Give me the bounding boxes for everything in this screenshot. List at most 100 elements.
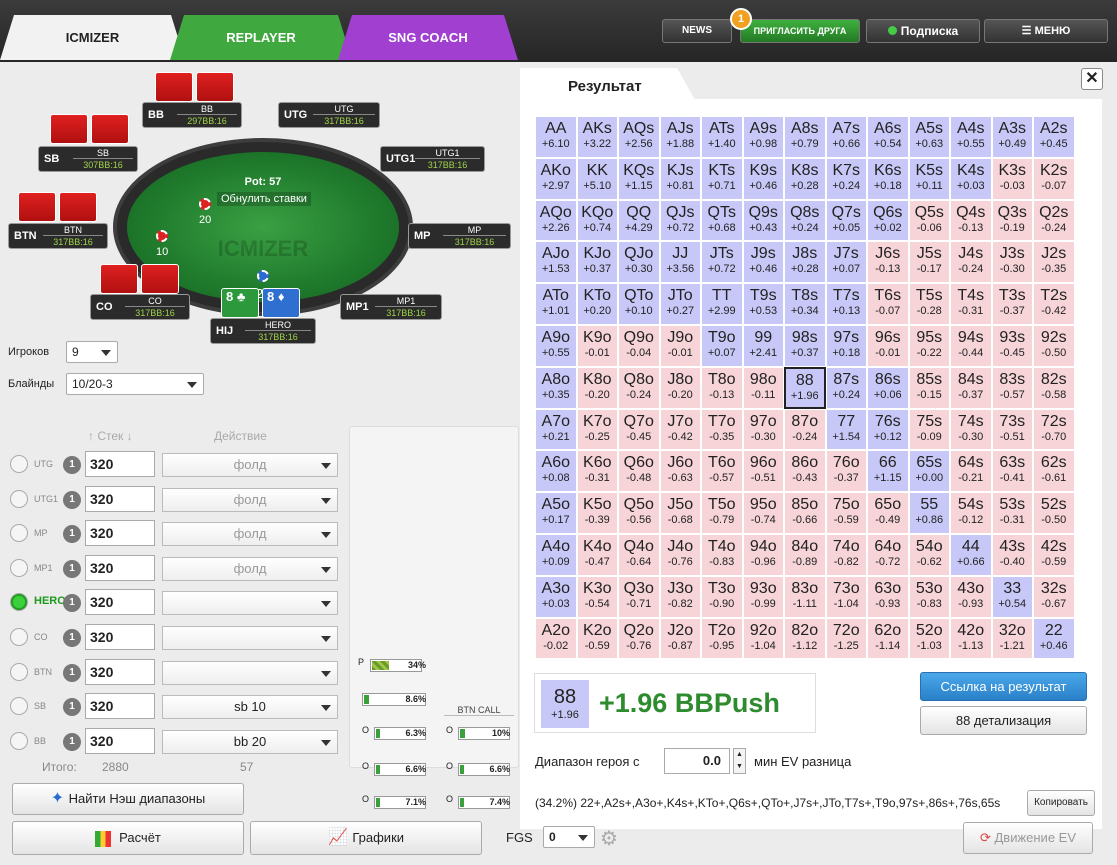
ev-movement-button[interactable]: ⟳ Движение EV	[963, 822, 1093, 854]
tab-sng-coach[interactable]: SNG COACH	[338, 15, 518, 60]
matrix-cell[interactable]: 95s -0.22	[908, 324, 950, 367]
matrix-cell[interactable]: T6s -0.07	[867, 283, 909, 325]
matrix-cell[interactable]: A3o +0.03	[535, 575, 577, 618]
players-select[interactable]: 9	[66, 341, 118, 363]
matrix-cell[interactable]: AKs +3.22	[576, 116, 618, 158]
matrix-cell[interactable]: KJo +0.37	[576, 241, 618, 284]
matrix-cell[interactable]: JTs +0.72	[701, 241, 743, 284]
matrix-cell[interactable]: 92s -0.50	[1033, 324, 1075, 367]
matrix-cell[interactable]: Q3s -0.19	[991, 199, 1033, 242]
matrix-cell[interactable]: 72o -1.25	[825, 617, 867, 660]
matrix-cell[interactable]: J3s -0.30	[991, 241, 1033, 284]
matrix-cell[interactable]: K3o -0.54	[576, 575, 618, 618]
matrix-cell[interactable]: A7o +0.21	[535, 408, 577, 451]
matrix-cell[interactable]: 54s -0.12	[950, 492, 992, 534]
matrix-cell[interactable]: 83s -0.57	[991, 366, 1033, 409]
matrix-cell[interactable]: T8o -0.13	[701, 366, 743, 409]
matrix-cell[interactable]: A7s +0.66	[825, 116, 867, 158]
matrix-cell[interactable]: JJ +3.56	[659, 241, 701, 284]
matrix-cell[interactable]: 76s +0.12	[867, 408, 909, 451]
player-radio[interactable]	[10, 455, 28, 473]
matrix-cell[interactable]: 65s +0.00	[908, 450, 950, 493]
matrix-cell[interactable]: ATs +1.40	[701, 116, 743, 158]
matrix-cell[interactable]: A9o +0.55	[535, 324, 577, 367]
matrix-cell[interactable]: 63s -0.41	[991, 450, 1033, 493]
matrix-cell[interactable]: K2o -0.59	[576, 617, 618, 660]
matrix-cell[interactable]: QJs +0.72	[659, 199, 701, 242]
matrix-cell[interactable]: K8s +0.28	[784, 157, 826, 200]
matrix-cell[interactable]: J4o -0.76	[659, 533, 701, 576]
matrix-cell[interactable]: Q2s -0.24	[1033, 199, 1075, 242]
matrix-cell[interactable]: AA +6.10	[535, 116, 577, 158]
graphs-button[interactable]: 📈 Графики	[250, 821, 482, 855]
matrix-cell[interactable]: 43s -0.40	[991, 533, 1033, 576]
seat-co[interactable]: CO CO 317BB:16	[90, 294, 190, 320]
seat-bb[interactable]: BB BB 297BB:16	[142, 102, 242, 128]
matrix-cell[interactable]: 64o -0.72	[867, 533, 909, 576]
matrix-cell[interactable]: 98s +0.37	[784, 324, 826, 367]
matrix-cell[interactable]: K6s +0.18	[867, 157, 909, 200]
matrix-cell[interactable]: 77 +1.54	[825, 408, 867, 451]
calculate-button[interactable]: Расчёт	[12, 821, 244, 855]
matrix-cell[interactable]: 75o -0.59	[825, 492, 867, 534]
matrix-cell[interactable]: Q6o -0.48	[618, 450, 660, 493]
blinds-select[interactable]: 10/20-3	[66, 373, 204, 395]
matrix-cell[interactable]: 22 +0.46	[1033, 617, 1075, 660]
matrix-cell[interactable]: T4o -0.83	[701, 533, 743, 576]
matrix-cell[interactable]: A6o +0.08	[535, 450, 577, 493]
matrix-cell[interactable]: 62o -1.14	[867, 617, 909, 660]
matrix-cell[interactable]: 99 +2.41	[742, 324, 784, 367]
matrix-cell[interactable]: 75s -0.09	[908, 408, 950, 451]
matrix-cell[interactable]: AQs +2.56	[618, 116, 660, 158]
player-stack-input[interactable]: 320	[85, 658, 155, 685]
player-stack-input[interactable]: 320	[85, 520, 155, 547]
matrix-cell[interactable]: Q7s +0.05	[825, 199, 867, 242]
matrix-cell[interactable]: T5s -0.28	[908, 283, 950, 325]
matrix-cell[interactable]: 65o -0.49	[867, 492, 909, 534]
matrix-cell[interactable]: A5s +0.63	[908, 116, 950, 158]
matrix-cell[interactable]: QTs +0.68	[701, 199, 743, 242]
matrix-cell[interactable]: K6o -0.31	[576, 450, 618, 493]
matrix-cell[interactable]: T6o -0.57	[701, 450, 743, 493]
matrix-cell[interactable]: A5o +0.17	[535, 492, 577, 534]
matrix-cell[interactable]: 32s -0.67	[1033, 575, 1075, 618]
matrix-cell[interactable]: Q8s +0.24	[784, 199, 826, 242]
matrix-cell[interactable]: 87s +0.24	[825, 366, 867, 409]
seat-utg[interactable]: UTG UTG 317BB:16	[278, 102, 380, 128]
matrix-cell[interactable]: J7o -0.42	[659, 408, 701, 451]
player-radio[interactable]	[10, 697, 28, 716]
matrix-cell[interactable]: Q9s +0.43	[742, 199, 784, 242]
player-stack-input[interactable]: 320	[85, 589, 155, 616]
matrix-cell[interactable]: 94s -0.44	[950, 324, 992, 367]
matrix-cell[interactable]: 52o -1.03	[908, 617, 950, 660]
player-radio[interactable]	[10, 489, 28, 508]
matrix-cell[interactable]: T4s -0.31	[950, 283, 992, 325]
result-link-button[interactable]: Ссылка на результат	[920, 672, 1087, 701]
matrix-cell[interactable]: T7s +0.13	[825, 283, 867, 325]
matrix-cell[interactable]: A9s +0.98	[742, 116, 784, 158]
matrix-cell[interactable]: T5o -0.79	[701, 492, 743, 534]
matrix-cell[interactable]: K8o -0.20	[576, 366, 618, 409]
seat-btn[interactable]: BTN BTN 317BB:16	[8, 223, 108, 249]
matrix-cell[interactable]: K9o -0.01	[576, 324, 618, 367]
stack-header[interactable]: ↑ Стек ↓	[88, 429, 133, 443]
tab-icmizer[interactable]: ICMIZER	[0, 15, 185, 60]
matrix-cell[interactable]: K7s +0.24	[825, 157, 867, 200]
invite-friend-button[interactable]: ПРИГЛАСИТЬ ДРУГА	[740, 19, 860, 43]
player-stack-input[interactable]: 320	[85, 624, 155, 650]
reset-bets-button[interactable]: Обнулить ставки	[217, 192, 311, 206]
matrix-cell[interactable]: J6s -0.13	[867, 241, 909, 284]
matrix-cell[interactable]: 33 +0.54	[991, 575, 1033, 618]
matrix-cell[interactable]: 82s -0.58	[1033, 366, 1075, 409]
min-ev-stepper[interactable]: ▲ ▼	[733, 748, 746, 774]
matrix-cell[interactable]: J8o -0.20	[659, 366, 701, 409]
matrix-cell[interactable]: 52s -0.50	[1033, 492, 1075, 534]
step-down-icon[interactable]: ▼	[734, 761, 745, 773]
menu-button[interactable]: ☰ МЕНЮ	[984, 19, 1108, 43]
matrix-cell[interactable]: Q7o -0.45	[618, 408, 660, 451]
matrix-cell[interactable]: T2s -0.42	[1033, 283, 1075, 325]
player-action-select[interactable]: sb 10	[162, 695, 338, 720]
matrix-cell[interactable]: J6o -0.63	[659, 450, 701, 493]
matrix-cell[interactable]: 64s -0.21	[950, 450, 992, 493]
player-radio[interactable]	[10, 628, 28, 646]
